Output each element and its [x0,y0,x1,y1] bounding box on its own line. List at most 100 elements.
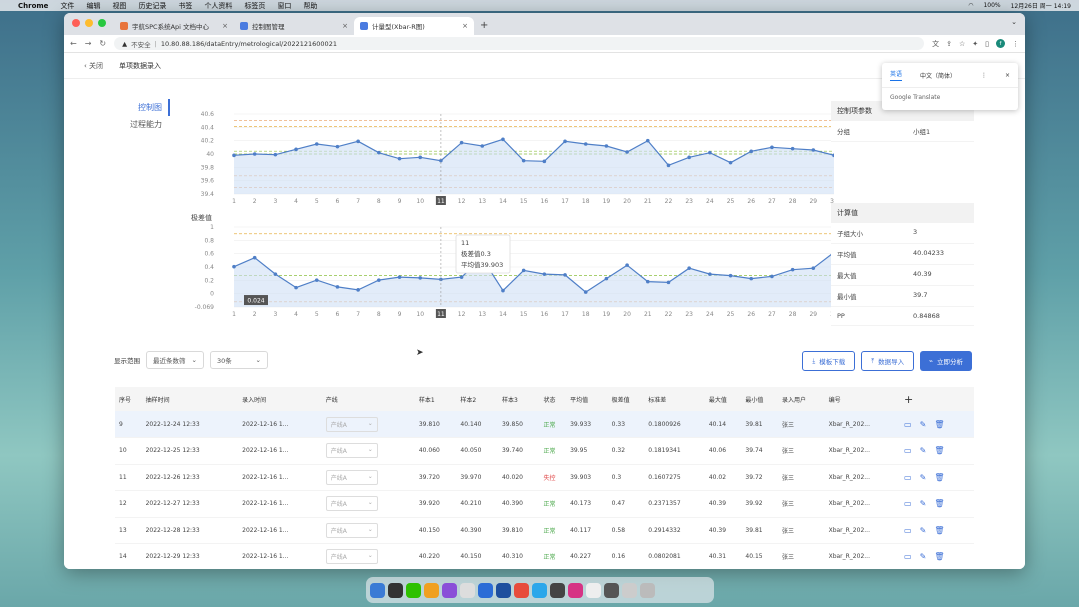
delete-icon[interactable]: 🗑 [934,446,944,455]
table-row[interactable]: 9 2022-12-24 12:33 2022-12-16 1... 产线A ⌄ 39.8… [115,411,974,438]
word-icon[interactable] [478,582,493,598]
close-window-button[interactable] [72,19,80,27]
tab-search-chevron-icon[interactable]: ⌄ [1011,18,1017,26]
line-select[interactable]: 产线A ⌄ [325,496,378,512]
app-icon[interactable] [604,582,619,598]
table-row[interactable]: 12 2022-12-27 12:33 2022-12-16 1... 产线A ⌄ 39.… [115,490,974,518]
wechat-icon[interactable] [406,582,421,598]
tab-api-docs[interactable]: 宇航SPC系统Api 文档中心 × [114,17,234,35]
forward-arrow-icon[interactable]: → [85,39,92,48]
translate-icon[interactable]: 文 [932,39,939,49]
translate-more-icon[interactable]: ⋮ [981,72,987,79]
menu-history[interactable]: 历史记录 [138,1,166,11]
line-select[interactable]: 产线A ⌄ [325,469,378,485]
edit-icon[interactable]: ✎ [920,446,927,455]
param-value: 小组1 [913,128,931,136]
table-row[interactable]: 11 2022-12-26 12:33 2022-12-16 1... 产线A ⌄ 39.… [115,464,974,491]
page-header: ‹ 关闭 单项数据录入 [64,53,1025,79]
vscode-icon[interactable] [496,582,511,598]
profile-avatar[interactable]: f [996,39,1005,48]
app-icon[interactable] [568,582,583,598]
menu-bookmarks[interactable]: 书签 [178,1,192,11]
chrome-icon[interactable] [514,582,529,598]
trash-icon[interactable] [640,582,655,598]
menu-edit[interactable]: 编辑 [86,1,100,11]
filter-count-select[interactable]: 30条 ⌄ [210,351,268,369]
line-select[interactable]: 产线A ⌄ [325,549,378,565]
reload-icon[interactable]: ↻ [99,39,106,48]
menu-window[interactable]: 窗口 [277,1,291,11]
nav-control-chart[interactable]: 控制图 [124,99,170,116]
menu-file[interactable]: 文件 [60,1,74,11]
sketch-icon[interactable] [424,582,439,598]
edit-icon[interactable]: ✎ [920,420,927,429]
battery-level[interactable]: 100% [983,2,1000,9]
tab-control-chart-mgmt[interactable]: 控制图管理 × [234,17,354,35]
warning-icon[interactable]: ▲ [122,40,127,48]
bookmark-star-icon[interactable]: ☆ [959,40,965,48]
edit-icon[interactable]: ✎ [920,473,927,482]
url-bar[interactable]: ▲ 不安全 | 10.80.88.186/dataEntry/metrologi… [114,37,925,50]
menu-tab[interactable]: 标签页 [244,1,265,11]
menu-app-name[interactable]: Chrome [18,2,48,10]
app-icon[interactable] [460,582,475,598]
menu-profiles[interactable]: 个人资料 [204,1,232,11]
tab-xbar-r[interactable]: 计量型(Xbar-R图) × [354,17,474,35]
table-row[interactable]: 13 2022-12-28 12:33 2022-12-16 1... 产线A ⌄ 40.… [115,517,974,544]
terminal-icon[interactable] [388,582,403,598]
back-arrow-icon[interactable]: ← [70,39,77,48]
table-cell: 0.3 [607,464,645,491]
edit-icon[interactable]: ✎ [920,526,927,535]
translate-close-icon[interactable]: × [1005,72,1010,79]
view-icon[interactable]: ▭ [904,526,912,535]
delete-icon[interactable]: 🗑 [934,420,944,429]
zoom-window-button[interactable] [98,19,106,27]
finder-icon[interactable] [370,582,385,598]
close-tab-icon[interactable]: × [342,22,348,30]
app-icon[interactable] [550,582,565,598]
extensions-icon[interactable]: ✦ [972,40,978,48]
data-import-button[interactable]: ⤒ 数据导入 [861,351,915,371]
app-icon[interactable] [622,582,637,598]
delete-icon[interactable]: 🗑 [934,473,944,482]
line-select[interactable]: 产线A ⌄ [325,416,378,432]
minimize-window-button[interactable] [85,19,93,27]
view-icon[interactable]: ▭ [904,499,912,508]
x-tick-label: 18 [582,198,590,205]
template-download-button[interactable]: ⤓ 模板下载 [802,351,856,371]
app-icon[interactable] [442,582,457,598]
line-select[interactable]: 产线A ⌄ [325,522,378,538]
view-icon[interactable]: ▭ [904,473,912,482]
add-row-button[interactable]: + [900,387,974,411]
view-icon[interactable]: ▭ [904,446,912,455]
nav-process-capability[interactable]: 过程能力 [124,116,170,133]
translate-tab-english[interactable]: 英语 [890,69,903,81]
more-menu-icon[interactable]: ⋮ [1012,40,1019,48]
delete-icon[interactable]: 🗑 [934,526,944,535]
wifi-icon[interactable]: ◠ [968,2,973,9]
delete-icon[interactable]: 🗑 [934,499,944,508]
app-icon[interactable] [586,582,601,598]
clock[interactable]: 12月26日 周一 14:19 [1011,1,1071,10]
filter-mode-select[interactable]: 最近条数筛 ⌄ [146,351,204,369]
view-icon[interactable]: ▭ [904,552,912,561]
analyze-button[interactable]: ⌁ 立即分析 [920,351,972,371]
translate-tab-chinese[interactable]: 中文（简体） [920,71,956,80]
safari-icon[interactable] [532,582,547,598]
delete-icon[interactable]: 🗑 [934,552,944,561]
side-panel-icon[interactable]: ▯ [985,40,989,48]
menu-view[interactable]: 视图 [112,1,126,11]
close-tab-icon[interactable]: × [222,22,228,30]
menu-help[interactable]: 帮助 [303,1,317,11]
edit-icon[interactable]: ✎ [920,499,927,508]
close-page-button[interactable]: ‹ 关闭 [84,61,103,71]
view-icon[interactable]: ▭ [904,420,912,429]
close-tab-icon[interactable]: × [462,22,468,30]
edit-icon[interactable]: ✎ [920,552,927,561]
data-point [521,158,526,163]
line-select[interactable]: 产线A ⌄ [325,443,378,459]
new-tab-button[interactable]: + [474,17,494,35]
table-row[interactable]: 14 2022-12-29 12:33 2022-12-16 1... 产线A ⌄ 40.… [115,543,974,569]
table-row[interactable]: 10 2022-12-25 12:33 2022-12-16 1... 产线A ⌄ 40.… [115,437,974,465]
share-icon[interactable]: ⇪ [946,40,952,48]
